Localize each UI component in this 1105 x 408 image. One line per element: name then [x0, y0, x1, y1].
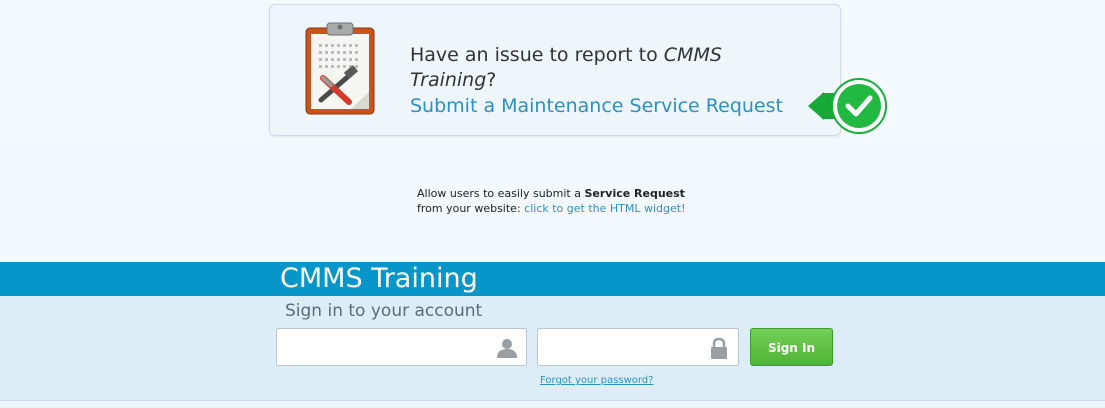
prompt-suffix: ?	[486, 69, 497, 91]
username-input[interactable]	[277, 329, 526, 365]
widget-line1-prefix: Allow users to easily submit a	[417, 187, 585, 200]
prompt-prefix: Have an issue to report to	[410, 44, 664, 66]
sign-in-button[interactable]: Sign In	[750, 328, 833, 366]
lock-icon	[711, 337, 727, 359]
submit-service-request-link[interactable]: Submit a Maintenance Service Request	[410, 95, 783, 117]
password-field-wrapper	[537, 328, 739, 366]
user-icon	[497, 339, 517, 358]
brand-title: CMMS Training	[280, 263, 478, 294]
html-widget-link[interactable]: click to get the HTML widget!	[524, 202, 685, 215]
issue-prompt: Have an issue to report to CMMS Training…	[410, 43, 790, 93]
clipboard-tools-icon	[305, 22, 375, 115]
signin-heading: Sign in to your account	[285, 301, 483, 321]
widget-line2-prefix: from your website:	[417, 202, 525, 215]
widget-promo: Allow users to easily submit a Service R…	[417, 186, 686, 216]
forgot-password-link[interactable]: Forgot your password?	[540, 375, 653, 386]
brand-bar: CMMS Training	[0, 262, 1105, 296]
service-request-card: Have an issue to report to CMMS Training…	[269, 4, 887, 136]
username-field-wrapper	[276, 328, 527, 366]
login-panel: Sign in to your account Sign In Forgot y…	[0, 296, 1105, 400]
widget-line1-bold: Service Request	[584, 187, 685, 200]
green-check-icon[interactable]	[808, 76, 892, 136]
